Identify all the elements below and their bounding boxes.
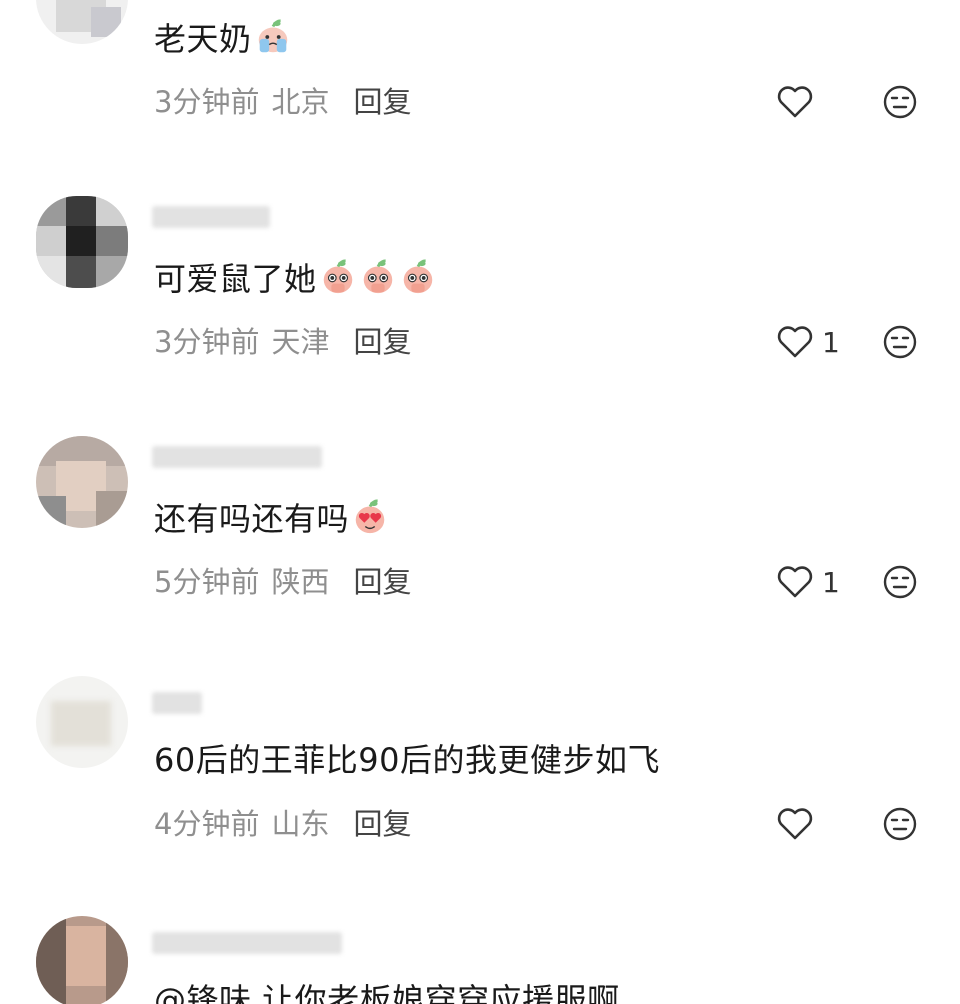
comment-meta: 4分钟前 山东 回复: [154, 806, 411, 842]
pleading-face-icon: [323, 259, 352, 294]
heart-icon: [777, 808, 813, 840]
reply-button[interactable]: 回复: [353, 565, 411, 599]
like-count: 1: [822, 565, 840, 599]
avatar[interactable]: [36, 676, 128, 768]
like-button[interactable]: [776, 82, 822, 122]
comment-location: 山东: [271, 807, 330, 841]
comment-item: @锋味 让你老板娘穿穿应援服啊: [0, 916, 960, 1004]
comment-text: @锋味 让你老板娘穿穿应援服啊: [154, 981, 620, 1004]
comment-meta: 3分钟前 天津 回复: [154, 324, 411, 360]
like-count: 1: [822, 325, 840, 359]
comment-meta: 5分钟前 陕西 回复: [154, 564, 411, 600]
reply-button[interactable]: 回复: [353, 85, 411, 119]
comment-time: 3分钟前: [154, 85, 260, 119]
comment-text: 老天奶: [154, 18, 292, 59]
comment-text: 60后的王菲比90后的我更健步如飞: [154, 741, 660, 779]
like-button[interactable]: 1: [776, 322, 840, 362]
comment-time: 5分钟前: [154, 565, 260, 599]
username[interactable]: [152, 202, 282, 228]
reply-button[interactable]: 回复: [353, 325, 411, 359]
dislike-face-icon[interactable]: [882, 806, 918, 842]
comment-item: 60后的王菲比90后的我更健步如飞 4分钟前 山东 回复: [0, 676, 960, 916]
avatar[interactable]: [36, 436, 128, 528]
like-button[interactable]: 1: [776, 562, 840, 602]
comment-location: 天津: [271, 325, 330, 359]
heart-eyes-face-icon: [355, 499, 385, 534]
comment-item: 还有吗还有吗 5分钟前 陕西 回复 1: [0, 436, 960, 676]
username[interactable]: [152, 928, 352, 954]
comment-location: 陕西: [271, 565, 330, 599]
username[interactable]: [152, 442, 332, 468]
avatar[interactable]: [36, 0, 128, 44]
avatar[interactable]: [36, 196, 128, 288]
comment-time: 4分钟前: [154, 807, 260, 841]
comment-item: 可爱鼠了她 3分钟前 天津 回复 1: [0, 196, 960, 436]
comment-text: 可爱鼠了她: [154, 258, 437, 299]
pleading-face-icon: [363, 259, 392, 294]
dislike-face-icon[interactable]: [882, 564, 918, 600]
comment-location: 北京: [271, 85, 330, 119]
comment-time: 3分钟前: [154, 325, 260, 359]
reply-button[interactable]: 回复: [353, 807, 411, 841]
comment-meta: 3分钟前 北京 回复: [154, 84, 411, 120]
heart-icon: [777, 86, 813, 118]
like-button[interactable]: [776, 804, 822, 844]
avatar[interactable]: [36, 916, 128, 1004]
username[interactable]: [152, 688, 212, 714]
dislike-face-icon[interactable]: [882, 324, 918, 360]
pleading-face-icon: [403, 259, 432, 294]
comment-text: 还有吗还有吗: [154, 498, 389, 539]
dislike-face-icon[interactable]: [882, 84, 918, 120]
crying-face-icon: [258, 19, 287, 53]
heart-icon: [777, 566, 813, 598]
heart-icon: [777, 326, 813, 358]
